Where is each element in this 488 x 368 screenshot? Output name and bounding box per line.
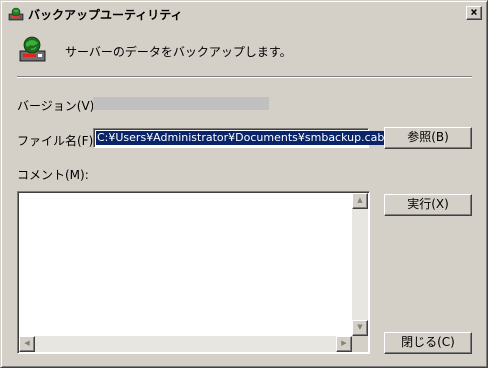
arrow-up-icon: ▲ [357,196,363,204]
vertical-scrollbar[interactable]: ▲ ▼ [352,193,368,336]
file-name-label: ファイル名(F): [17,134,98,148]
arrow-down-icon: ▼ [357,323,363,331]
run-button[interactable]: 実行(X) [384,194,472,216]
comment-textarea[interactable]: ▲ ▼ ◀ ▶ [17,191,370,354]
scroll-down-button[interactable]: ▼ [352,320,368,336]
arrow-right-icon: ▶ [341,339,347,347]
horizontal-scrollbar[interactable]: ◀ ▶ [19,336,352,352]
scrollbar-corner [352,336,368,352]
backup-drive-globe-icon [19,36,46,62]
close-button[interactable]: 閉じる(C) [384,332,472,354]
version-value [93,97,269,110]
scroll-right-button[interactable]: ▶ [336,336,352,352]
header-message: サーバーのデータをバックアップします。 [65,45,292,59]
window-title: バックアップユーティリティ [28,8,183,22]
close-window-button[interactable]: × [466,6,482,20]
backup-utility-window: バックアップユーティリティ × サーバーのデータをバックアップします。 バージョ… [0,0,488,368]
file-name-input[interactable]: C:¥Users¥Administrator¥Documents¥smbacku… [93,128,386,148]
separator [17,76,472,78]
title-bar[interactable]: バックアップユーティリティ × [4,4,484,24]
scroll-left-button[interactable]: ◀ [19,336,35,352]
comment-label: コメント(M): [17,168,89,182]
backup-drive-globe-icon [8,7,24,21]
arrow-left-icon: ◀ [24,339,30,347]
browse-button[interactable]: 参照(B) [384,127,472,149]
close-icon: × [470,5,478,19]
version-label: バージョン(V): [17,99,99,113]
scroll-up-button[interactable]: ▲ [352,193,368,209]
file-name-value: C:¥Users¥Administrator¥Documents¥smbacku… [96,131,386,145]
